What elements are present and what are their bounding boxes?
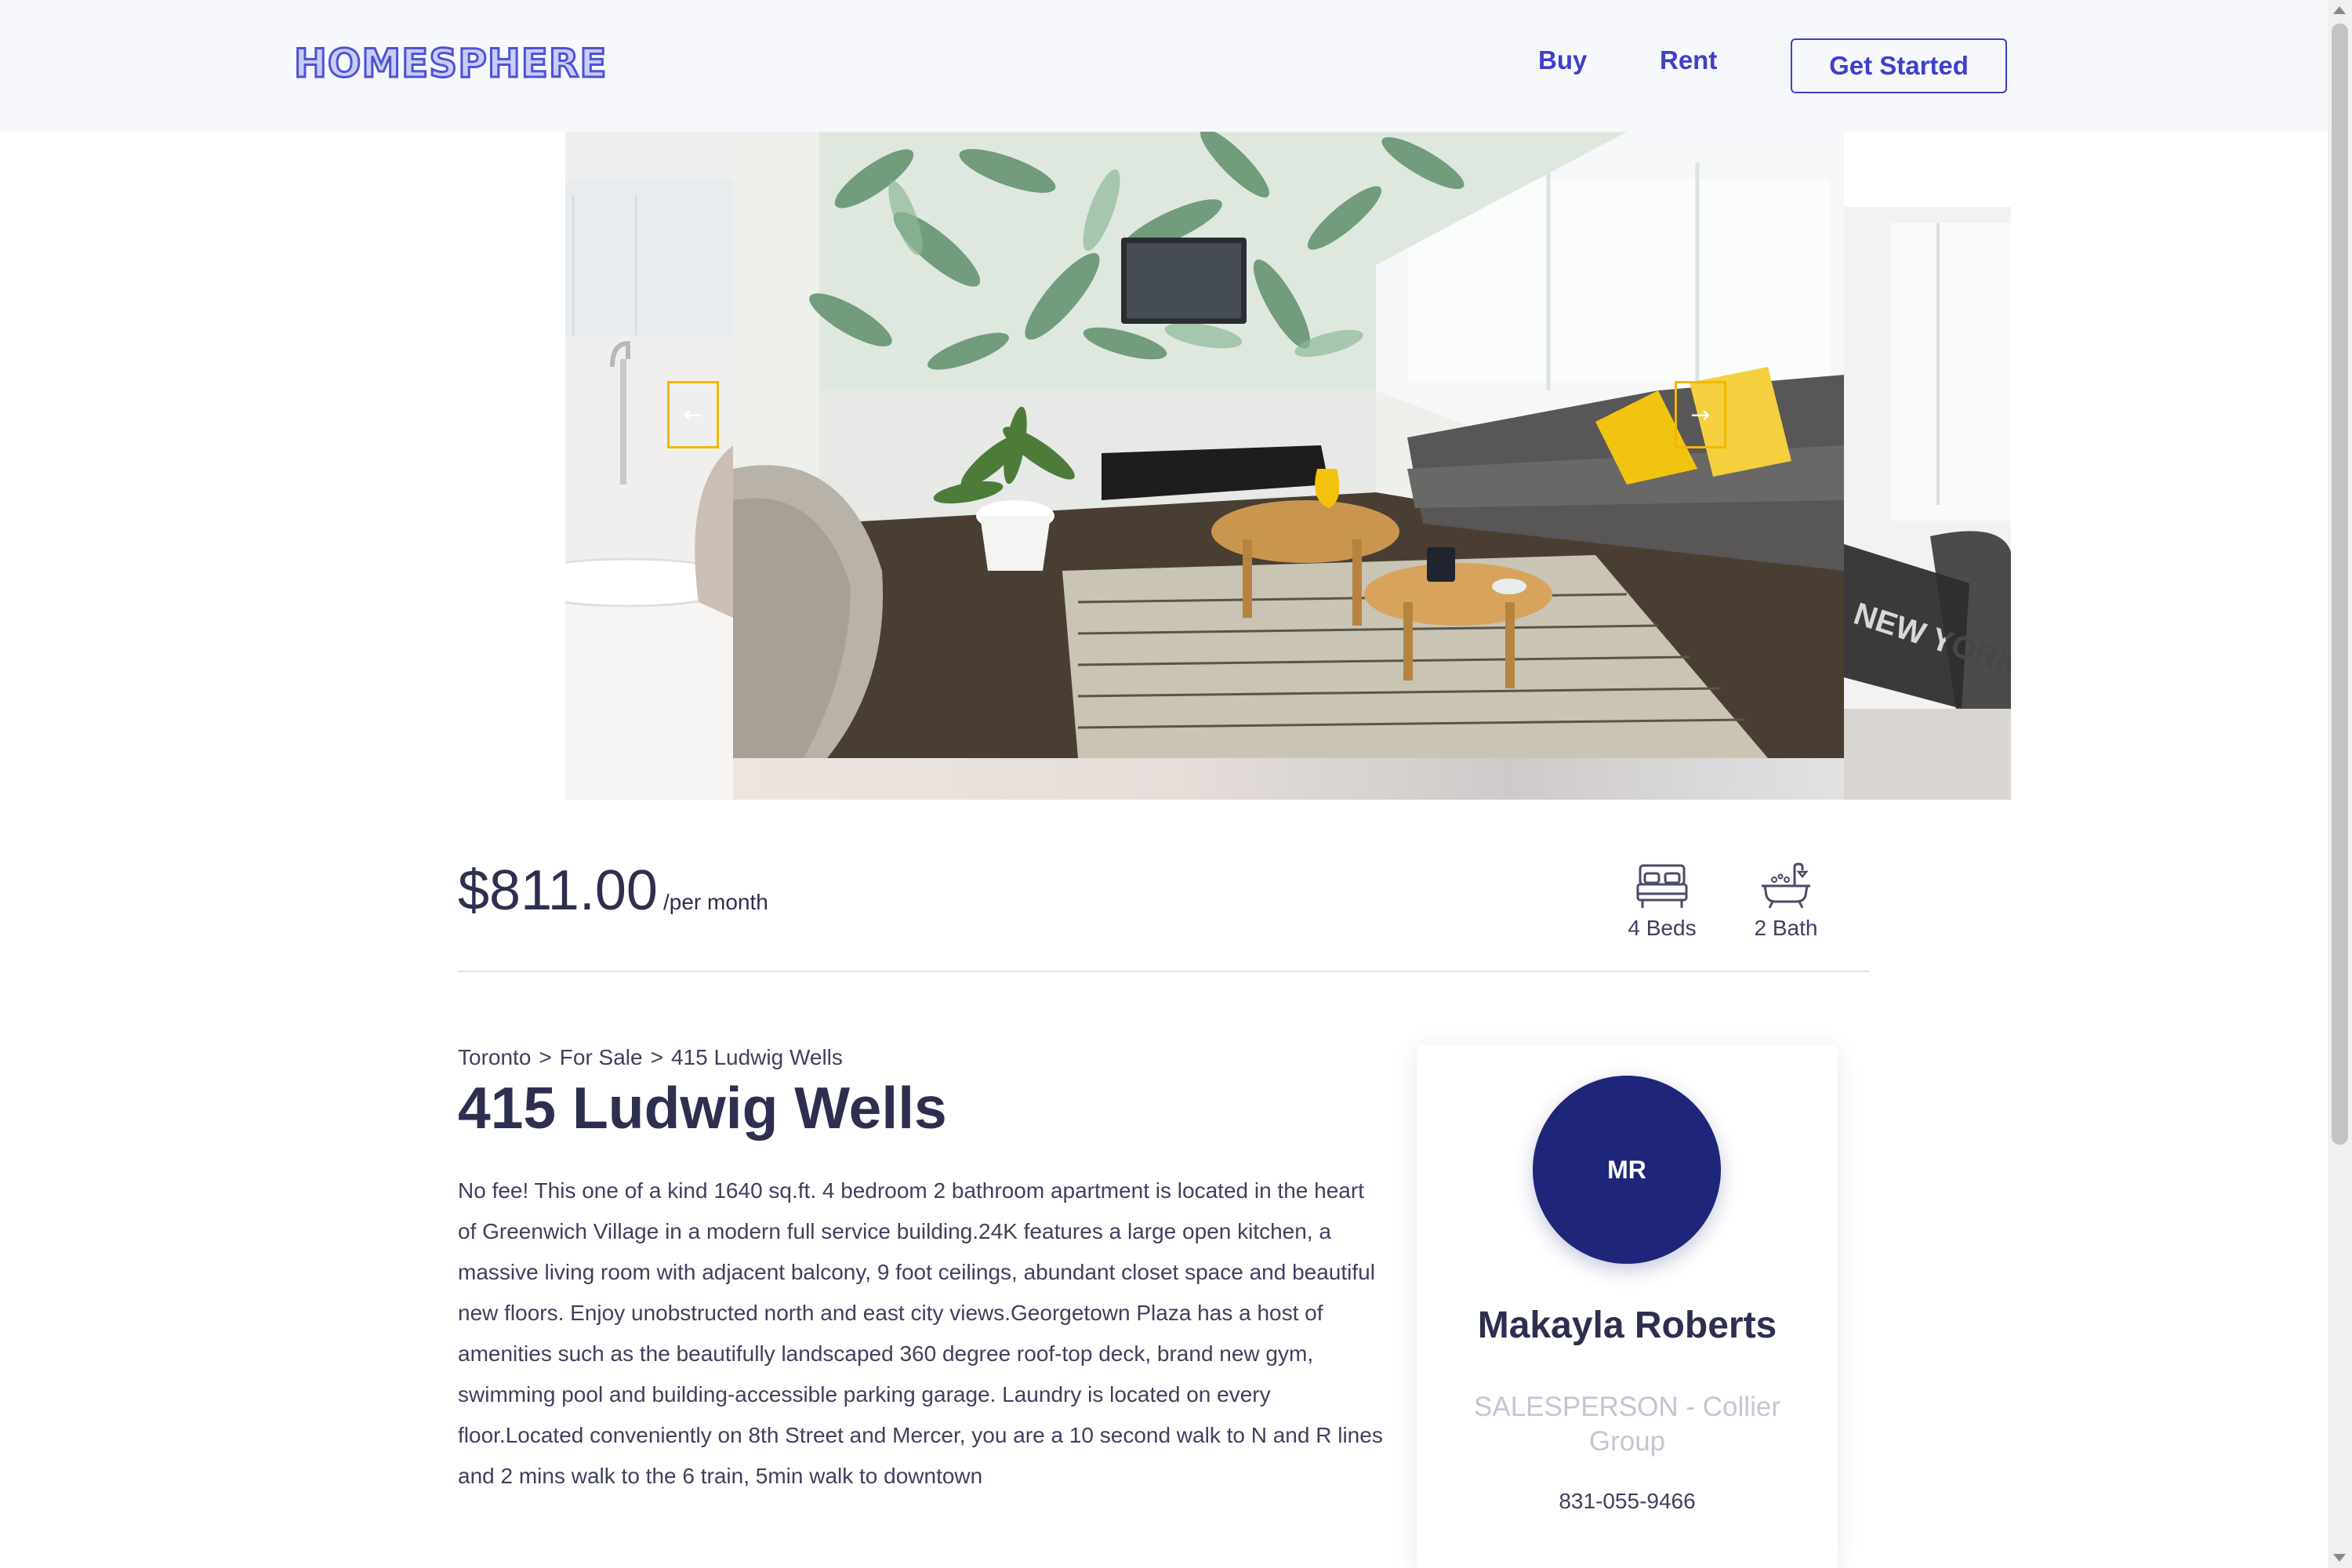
chair-photo: NEW YORK (1844, 207, 2011, 800)
arrow-left-icon: ← (683, 401, 703, 429)
gallery-prev-button[interactable]: ← (667, 381, 719, 448)
listing-description: No fee! This one of a kind 1640 sq.ft. 4… (458, 1178, 1383, 1488)
agent-card: MR Makayla Roberts SALESPERSON - Collier… (1417, 1045, 1838, 1568)
section-divider (458, 971, 1869, 972)
price-unit: /per month (663, 890, 768, 914)
scroll-up-icon[interactable] (2333, 6, 2346, 14)
nav-link-rent[interactable]: Rent (1660, 45, 1717, 75)
breadcrumb-separator: > (650, 1045, 663, 1069)
scrollbar-thumb[interactable] (2332, 24, 2348, 1145)
breadcrumb-item-current: 415 Ludwig Wells (670, 1045, 843, 1069)
gallery-slide-next[interactable]: NEW YORK (1844, 207, 2011, 800)
beds-feature: 4 Beds (1627, 862, 1697, 941)
breadcrumb: Toronto > For Sale >415 Ludwig Wells (458, 1045, 843, 1070)
site-header: HOMESPHERE Buy Rent Get Started (0, 0, 2328, 132)
gallery-slide-previous[interactable] (565, 132, 733, 800)
get-started-button[interactable]: Get Started (1791, 38, 2007, 93)
scroll-down-icon[interactable] (2333, 1554, 2346, 1562)
arrow-right-icon: → (1690, 401, 1711, 429)
gallery-reflection (733, 758, 1844, 800)
breadcrumb-item-category[interactable]: For Sale (560, 1045, 643, 1069)
avatar: MR (1533, 1076, 1721, 1264)
breadcrumb-separator: > (539, 1045, 552, 1069)
agent-name: Makayla Roberts (1477, 1305, 1777, 1346)
page-scrollbar[interactable] (2328, 0, 2352, 1568)
site-logo[interactable]: HOMESPHERE (293, 40, 608, 88)
bath-feature: 2 Bath (1751, 862, 1821, 941)
bathtub-icon (1762, 862, 1810, 909)
listing-title: 415 Ludwig Wells (458, 1075, 947, 1141)
bath-label: 2 Bath (1754, 916, 1818, 940)
breadcrumb-item-city[interactable]: Toronto (458, 1045, 531, 1069)
agent-role: SALESPERSON - Collier Group (1474, 1392, 1780, 1457)
nav-link-buy[interactable]: Buy (1538, 45, 1587, 75)
beds-label: 4 Beds (1628, 916, 1697, 940)
photo-gallery: NEW YORK ← → (0, 132, 2328, 800)
gallery-next-button[interactable]: → (1675, 381, 1726, 448)
agent-phone[interactable]: 831-055-9466 (1417, 1489, 1838, 1514)
listing-price: $811.00 (458, 859, 658, 922)
bathroom-photo (565, 132, 733, 800)
bed-icon (1636, 864, 1688, 908)
